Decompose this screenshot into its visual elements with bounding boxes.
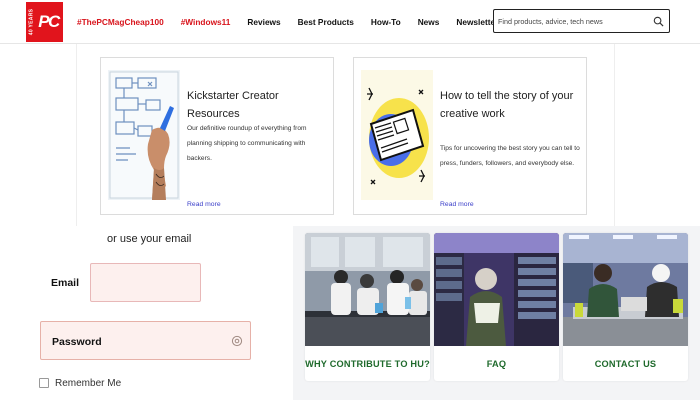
pcmag-logo[interactable]: 40 YEARS PC [26, 2, 63, 42]
nav-link-how-to[interactable]: How-To [371, 17, 401, 27]
library-student-photo [434, 233, 559, 346]
logo-mark: PC [38, 12, 60, 31]
email-field[interactable] [90, 263, 201, 302]
tile-label[interactable]: FAQ [434, 346, 559, 381]
password-label: Password [52, 336, 102, 348]
nav-link-cheap100[interactable]: #ThePCMagCheap100 [77, 17, 164, 27]
remember-me-checkbox[interactable] [39, 378, 49, 388]
tile-label[interactable]: WHY CONTRIBUTE TO HU? [305, 346, 430, 381]
resource-card-creator[interactable]: Kickstarter Creator Resources Our defini… [100, 57, 334, 215]
nav-link-windows11[interactable]: #Windows11 [181, 17, 231, 27]
read-more-link[interactable]: Read more [187, 201, 221, 208]
nav-link-reviews[interactable]: Reviews [247, 17, 280, 27]
logo-years-badge: 40 YEARS [27, 4, 35, 40]
remember-me-label: Remember Me [55, 378, 122, 389]
lab-students-photo [305, 233, 430, 346]
nav-link-best-products[interactable]: Best Products [298, 17, 354, 27]
or-use-email-text: or use your email [107, 233, 192, 245]
whiteboard-illustration [108, 70, 180, 200]
card-description: Our definitive roundup of everything fro… [187, 125, 307, 162]
tile-contact-us[interactable]: CONTACT US [563, 233, 688, 381]
resource-card-story[interactable]: How to tell the story of your creative w… [353, 57, 587, 215]
nav-link-news[interactable]: News [418, 17, 440, 27]
read-more-link[interactable]: Read more [440, 201, 474, 208]
card-title[interactable]: How to tell the story of your creative w… [440, 87, 580, 123]
card-description: Tips for uncovering the best story you c… [440, 145, 580, 167]
tile-why-contribute[interactable]: WHY CONTRIBUTE TO HU? [305, 233, 430, 381]
screenshot-root: 40 YEARS PC #ThePCMagCheap100 #Windows11… [0, 0, 700, 400]
email-label: Email [51, 277, 80, 289]
card-title[interactable]: Kickstarter Creator Resources [187, 87, 327, 123]
eye-icon[interactable] [231, 335, 243, 347]
search-icon[interactable] [653, 16, 664, 27]
main-nav: #ThePCMagCheap100 #Windows11 Reviews Bes… [77, 0, 520, 44]
tile-faq[interactable]: FAQ [434, 233, 559, 381]
newspaper-illustration [361, 70, 433, 200]
hu-links-section: WHY CONTRIBUTE TO HU? FAQ CONTACT US [293, 226, 700, 400]
tile-label[interactable]: CONTACT US [563, 346, 688, 381]
site-header: 40 YEARS PC #ThePCMagCheap100 #Windows11… [0, 0, 700, 44]
password-field[interactable]: Password [40, 321, 251, 360]
search-input[interactable] [498, 13, 648, 29]
study-room-students-photo [563, 233, 688, 346]
resource-cards-section: Kickstarter Creator Resources Our defini… [76, 44, 615, 226]
search-box [493, 9, 670, 33]
logo-years-text: 40 YEARS [28, 8, 34, 36]
